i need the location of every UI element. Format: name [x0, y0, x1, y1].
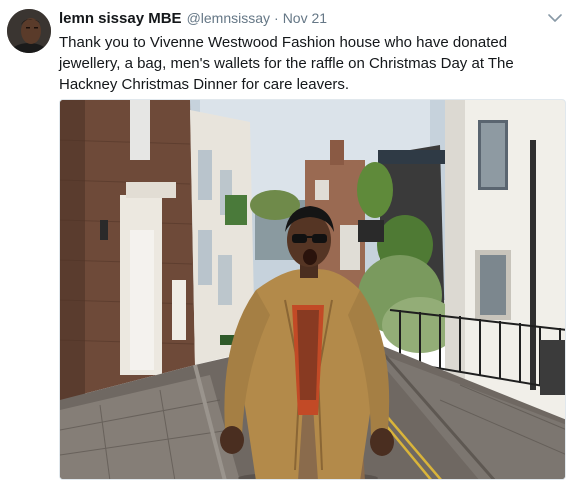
tweet: lemn sissay MBE @lemnsissay · Nov 21 Tha… — [0, 0, 575, 493]
tweet-photo[interactable] — [59, 99, 566, 480]
avatar[interactable] — [7, 9, 51, 53]
timestamp[interactable]: Nov 21 — [283, 10, 327, 26]
chevron-down-icon — [548, 13, 562, 22]
user-handle[interactable]: @lemnsissay — [187, 10, 270, 26]
more-options-button[interactable] — [547, 11, 563, 25]
tweet-header: lemn sissay MBE @lemnsissay · Nov 21 — [59, 10, 327, 30]
separator-dot: · — [274, 10, 279, 26]
street-photo — [60, 100, 565, 479]
display-name[interactable]: lemn sissay MBE — [59, 10, 182, 27]
tweet-text: Thank you to Vivenne Westwood Fashion ho… — [59, 34, 514, 93]
avatar-image — [7, 9, 51, 53]
